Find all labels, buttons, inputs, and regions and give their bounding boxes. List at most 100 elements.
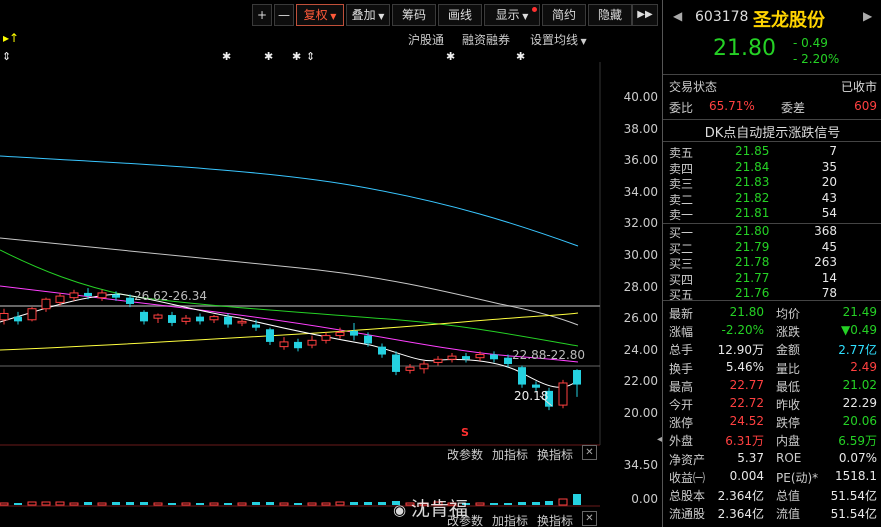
stat-row: 总股本 2.364亿 总值 51.54亿 [669, 487, 877, 503]
candle-body [447, 355, 457, 360]
stat-label: 流通股 [669, 507, 706, 522]
ma-line [0, 285, 579, 363]
stat-label: 流值 [776, 507, 801, 522]
stat-label: 换手 [669, 361, 694, 376]
price-axis-tick: 34.00 [623, 184, 658, 199]
ask-label: 卖三 [669, 177, 694, 192]
ask-row[interactable]: 卖四 21.84 35 [669, 160, 877, 176]
volume-bar [41, 501, 51, 506]
candle-body [266, 329, 274, 342]
candle-body [224, 316, 232, 325]
ask-label: 卖五 [669, 146, 694, 160]
volume-bar [518, 502, 526, 505]
stat-label: 净资产 [669, 452, 706, 467]
volume-bar [69, 502, 79, 506]
close-icon[interactable]: ✕ [582, 511, 597, 526]
volume-bar [532, 502, 540, 505]
ask-row[interactable]: 卖三 21.83 20 [669, 175, 877, 191]
stat-row: 总手 12.90万 金额 2.77亿 [669, 341, 877, 357]
kline-chart-area[interactable]: + — 复权 ▼ 叠加 ▼ 筹码 画线 显示 ▼ 简约 隐藏 ▶▶ 沪股通 融资… [0, 0, 662, 527]
candle-body [126, 297, 134, 304]
stat-row: 涨停 24.52 跌停 20.06 [669, 414, 877, 430]
candle-body [335, 331, 345, 337]
volume-bar [504, 503, 512, 505]
stat-value: 22.77 [729, 377, 764, 392]
status-value: 已收市 [840, 80, 877, 94]
bid-volume: 14 [821, 270, 837, 285]
stat-label: 金额 [776, 343, 801, 358]
price-change-pct: - 2.20% [793, 52, 840, 66]
stat-label: 涨停 [669, 416, 694, 431]
ask-price: 21.82 [735, 190, 770, 205]
stat-value: 5.37 [737, 450, 764, 465]
huanzhibiao-link-2[interactable]: 换指标 [537, 512, 573, 527]
stat-row: 收益㈠ 0.004 PE(动)* 1518.1 [669, 469, 877, 485]
candle-body [0, 312, 9, 321]
bid-row[interactable]: 买四 21.77 14 [669, 271, 877, 287]
stat-value: 6.31万 [725, 434, 764, 449]
candle-body [321, 335, 331, 341]
bid-label: 买一 [669, 226, 694, 240]
bid-label: 买三 [669, 257, 694, 272]
stat-value: ▼0.49 [841, 323, 877, 338]
stat-label: 涨幅 [669, 325, 694, 340]
stat-row: 涨幅 -2.20% 涨跌 ▼0.49 [669, 323, 877, 339]
stat-label: 量比 [776, 361, 801, 376]
jiazhibiao-link[interactable]: 加指标 [492, 446, 528, 463]
volume-bar [168, 503, 176, 505]
prev-stock-icon[interactable]: ◀ [673, 9, 682, 23]
volume-axis-bottom: 0.00 [631, 492, 658, 506]
ask-row[interactable]: 卖一 21.81 54 [669, 206, 877, 222]
bid-row[interactable]: 买一 21.80 368 [669, 224, 877, 240]
stat-label: 最低 [776, 379, 801, 394]
candle-body [279, 341, 289, 348]
current-price: 21.80 [713, 36, 776, 61]
dk-signal-link[interactable]: DK点自动提示涨跌信号 [663, 122, 881, 141]
bid-row[interactable]: 买二 21.79 45 [669, 240, 877, 256]
volume-bar [490, 503, 498, 505]
ma-line [0, 293, 579, 388]
stat-row: 换手 5.46% 量比 2.49 [669, 360, 877, 376]
jiazhibiao-link-2[interactable]: 加指标 [492, 512, 528, 527]
stat-label: 涨跌 [776, 325, 801, 340]
price-axis-tick: 22.00 [623, 374, 658, 389]
ask-volume: 7 [829, 144, 837, 158]
ask-row[interactable]: 卖二 21.82 43 [669, 191, 877, 207]
ask-row[interactable]: 卖五 21.85 7 [669, 144, 877, 160]
stat-value: 0.004 [729, 468, 764, 483]
stat-value: 21.80 [729, 305, 764, 319]
volume-bar [55, 501, 65, 506]
volume-axis-top: 34.50 [623, 458, 658, 472]
stat-value: 24.52 [729, 414, 764, 429]
close-icon[interactable]: ✕ [582, 445, 597, 460]
candle-body [69, 292, 79, 299]
bid-row[interactable]: 买三 21.78 263 [669, 255, 877, 271]
weibi-label: 委比 [669, 101, 694, 115]
ma-label-1: 26.62-26.34 [134, 289, 208, 303]
stat-label: 今开 [669, 398, 694, 412]
candle-body [462, 356, 470, 360]
volume-bar [252, 502, 260, 505]
candle-body [196, 316, 204, 322]
huanzhibiao-link[interactable]: 换指标 [537, 446, 573, 463]
candle-body [112, 294, 120, 298]
candle-body [252, 324, 260, 328]
price-change: - 0.49 [793, 36, 828, 50]
candle-body [350, 330, 358, 336]
ask-price: 21.81 [735, 206, 770, 221]
volume-bar [112, 502, 120, 505]
price-axis-tick: 28.00 [623, 279, 658, 294]
volume-bar [126, 502, 134, 505]
candle-body [558, 382, 568, 406]
bid-price: 21.76 [735, 286, 770, 301]
watermark-text: 沈肯福 [410, 498, 468, 520]
candle-body [532, 384, 540, 388]
bid-price: 21.79 [735, 239, 770, 254]
bid-volume: 368 [814, 224, 837, 238]
gaicanshu-link[interactable]: 改参数 [447, 446, 483, 463]
next-stock-icon[interactable]: ▶ [863, 9, 872, 23]
ma-label-2: 22.88-22.80 [512, 348, 586, 362]
ask-volume: 54 [821, 206, 837, 221]
stat-label: 跌停 [776, 416, 801, 431]
ask-price: 21.83 [735, 175, 770, 190]
